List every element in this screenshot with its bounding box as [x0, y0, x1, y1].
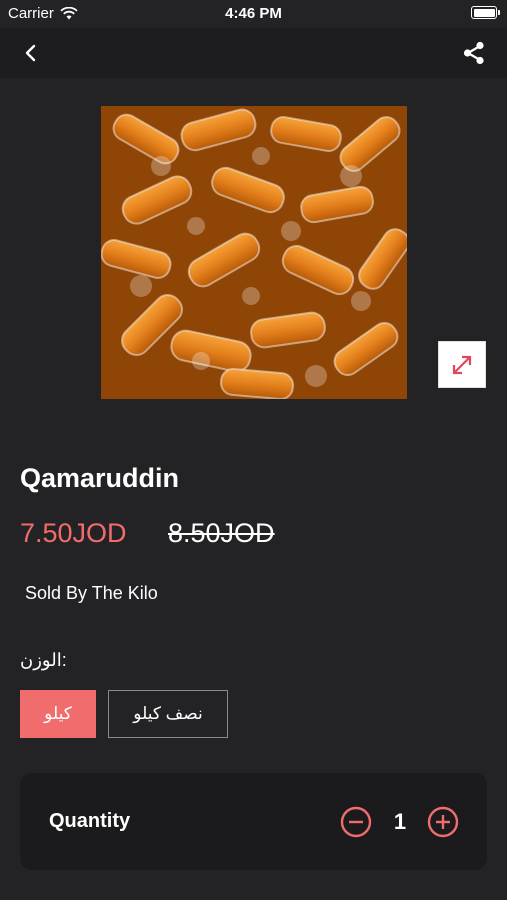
weight-option-kilo[interactable]: كيلو — [20, 690, 96, 738]
status-bar: Carrier 4:46 PM — [0, 0, 507, 28]
plus-circle-icon[interactable] — [427, 806, 459, 838]
nav-bar — [0, 28, 507, 78]
quantity-label: Quantity — [49, 810, 131, 832]
minus-circle-icon[interactable] — [340, 806, 372, 838]
battery-icon — [471, 6, 500, 19]
quantity-card: Quantity 1 — [20, 773, 487, 870]
weight-label: :الوزن — [20, 650, 67, 670]
product-name: Qamaruddin — [20, 463, 180, 493]
old-price: 8.50JOD — [168, 518, 275, 548]
chevron-left-icon[interactable] — [18, 40, 44, 66]
status-time: 4:46 PM — [225, 5, 282, 22]
expand-button[interactable] — [438, 341, 486, 388]
share-icon[interactable] — [461, 40, 487, 66]
quantity-value: 1 — [393, 809, 407, 834]
product-description: Sold By The Kilo — [25, 583, 158, 603]
expand-icon — [452, 355, 472, 374]
product-image[interactable] — [101, 106, 407, 399]
weight-option-half-kilo[interactable]: نصف كيلو — [108, 690, 228, 738]
current-price: 7.50JOD — [20, 518, 127, 548]
candy-photo — [101, 106, 407, 399]
